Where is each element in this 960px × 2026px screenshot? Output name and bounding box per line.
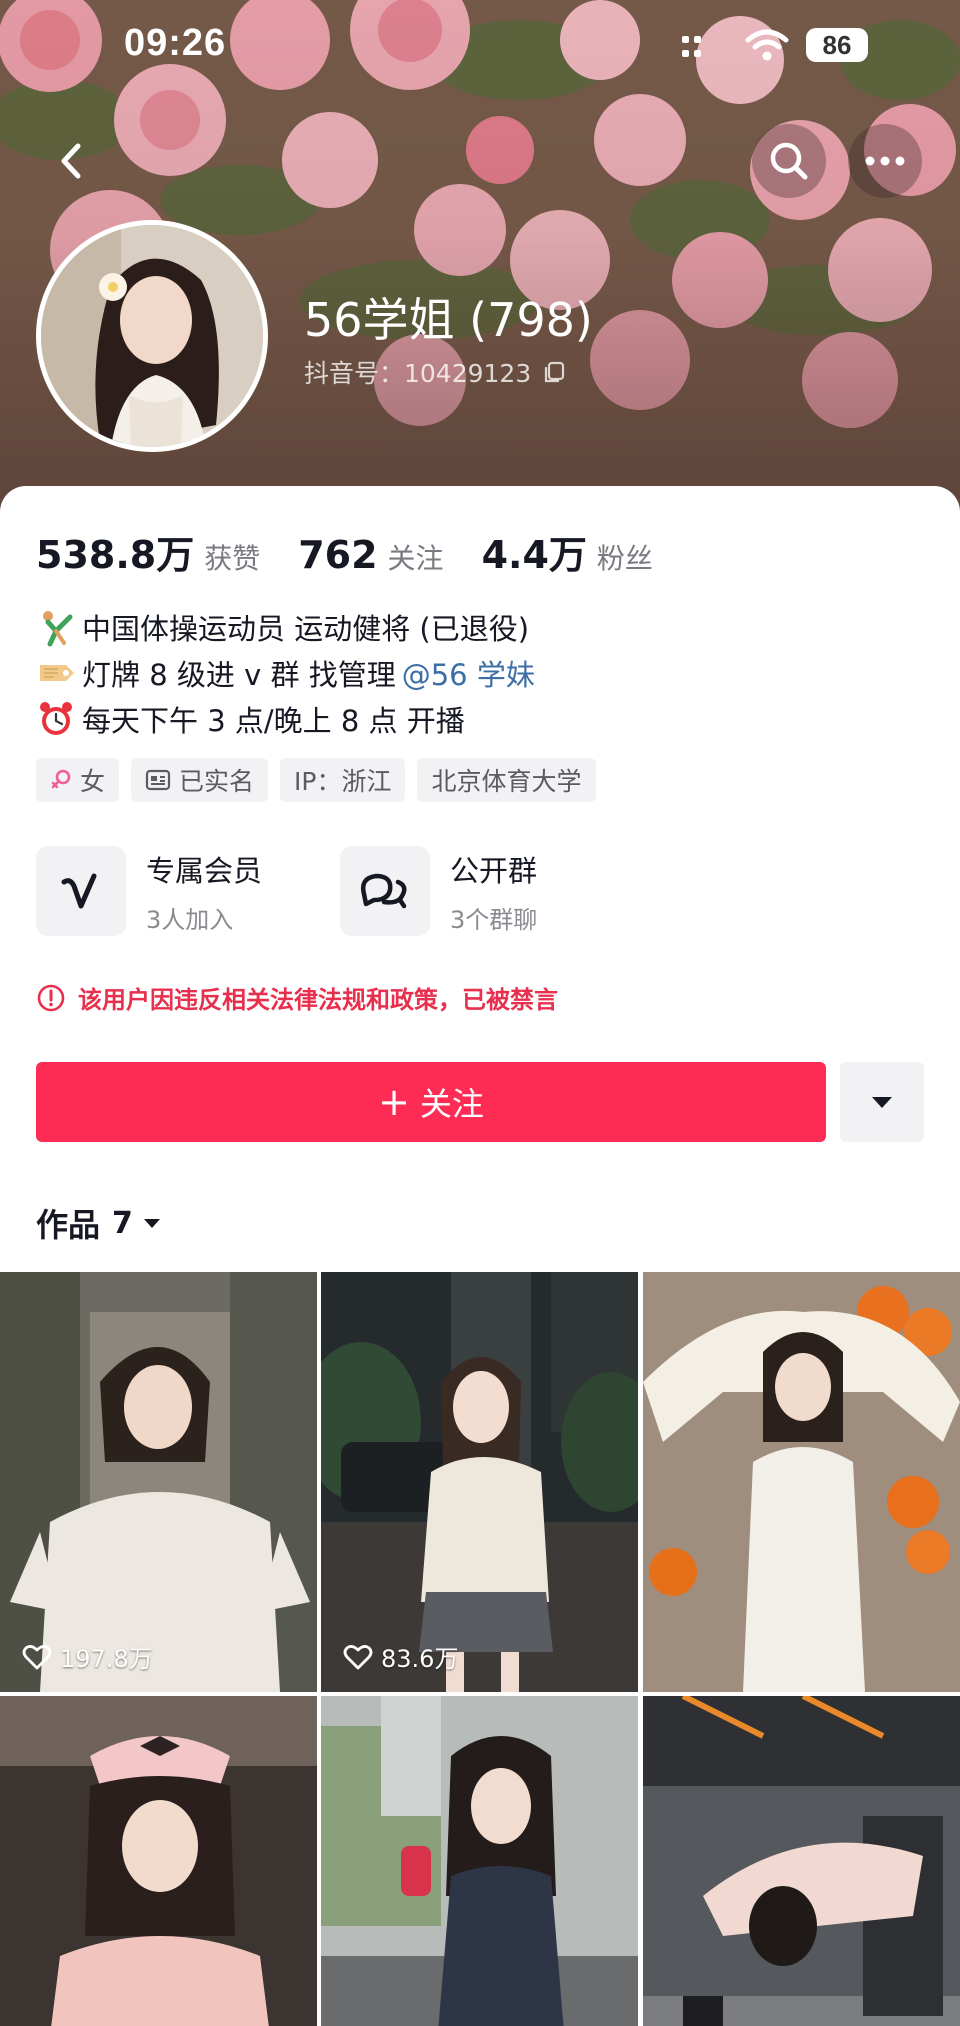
video-tile[interactable]: 83.6万 <box>321 1272 638 1692</box>
avatar-photo <box>41 225 263 447</box>
id-card-icon <box>145 769 171 791</box>
profile-stats: 538.8万 获赞 762 关注 4.4万 粉丝 <box>36 524 691 577</box>
plus-icon: + <box>378 1080 410 1124</box>
stat-value: 762 <box>298 533 378 577</box>
video-thumbnail <box>643 1696 960 2026</box>
tag-label: IP：浙江 <box>294 767 392 796</box>
bio-line: 每天下午 3 点/晚上 8 点 开播 <box>36 696 916 742</box>
tag-label: 北京体育大学 <box>431 767 582 796</box>
service-subtitle: 3人加入 <box>146 905 234 934</box>
video-tile[interactable] <box>643 1272 960 1692</box>
tag-label: 女 <box>80 767 106 796</box>
bio-line: 中国体操运动员 运动健将 (已退役) <box>36 604 916 650</box>
video-thumbnail <box>643 1272 960 1692</box>
video-thumbnail <box>321 1272 638 1692</box>
mention-link[interactable]: @56 学妹 <box>402 652 535 694</box>
service-subtitle: 3个群聊 <box>450 905 538 934</box>
video-likes: 197.8万 <box>22 1639 153 1674</box>
profile-nickname: 56学姐 (798) <box>304 293 593 347</box>
service-title: 公开群 <box>450 853 538 888</box>
more-dots-icon <box>865 156 905 166</box>
tag-gender: 女 <box>36 758 120 802</box>
gymnast-emoji-icon <box>43 611 73 647</box>
cellular-signal-icon <box>682 36 701 57</box>
bio-line: 灯牌 8 级进 v 群 找管理 @56 学妹 <box>36 650 916 696</box>
ban-notice-text: 该用户因违反相关法律法规和政策，已被禁言 <box>78 986 558 1014</box>
copy-icon[interactable] <box>542 359 568 385</box>
stat-label: 关注 <box>387 542 444 575</box>
profile-bio: 中国体操运动员 运动健将 (已退役) 灯牌 8 级进 v 群 找管理 @56 学… <box>36 604 916 742</box>
bio-text: 每天下午 3 点/晚上 8 点 开播 <box>82 704 465 738</box>
works-label: 作品 <box>36 1206 101 1244</box>
exclusive-membership-entry[interactable]: 专属会员 3人加入 <box>36 846 340 936</box>
heart-outline-icon <box>22 1644 52 1669</box>
video-thumbnail <box>0 1696 317 2026</box>
stat-value: 4.4万 <box>481 533 587 577</box>
douyin-id: 抖音号：10429123 <box>304 359 532 388</box>
video-thumbnail <box>0 1272 317 1692</box>
stat-value: 538.8万 <box>36 533 195 577</box>
tag-label: 已实名 <box>179 767 255 796</box>
back-button[interactable] <box>34 124 108 198</box>
caret-down-icon <box>872 1097 892 1108</box>
search-icon <box>770 142 808 180</box>
video-tile[interactable] <box>0 1696 317 2026</box>
profile-page: 09:26 86 56学姐 (798) 抖音号：10429123 538.8万 … <box>0 0 960 2026</box>
more-options-button[interactable] <box>848 124 922 198</box>
public-group-entry[interactable]: 公开群 3个群聊 <box>340 846 644 936</box>
stat-followers[interactable]: 4.4万 粉丝 <box>482 524 653 579</box>
battery-indicator: 86 <box>806 28 868 62</box>
video-tile[interactable] <box>321 1696 638 2026</box>
tag-verified: 已实名 <box>131 758 269 802</box>
tag-school[interactable]: 北京体育大学 <box>417 758 596 802</box>
video-tile[interactable]: 197.8万 <box>0 1272 317 1692</box>
recommend-dropdown-button[interactable] <box>840 1062 924 1142</box>
status-bar: 09:26 86 <box>0 0 960 90</box>
stat-label: 粉丝 <box>596 542 653 575</box>
female-icon <box>51 769 71 789</box>
follow-label: 关注 <box>419 1085 484 1123</box>
warning-circle-icon <box>37 984 65 1011</box>
works-count: 7 <box>112 1205 133 1241</box>
wifi-icon <box>745 29 789 61</box>
service-icon-box <box>340 846 430 936</box>
service-title: 专属会员 <box>146 853 263 888</box>
alarm-clock-emoji-icon <box>40 702 72 735</box>
bio-text: 中国体操运动员 运动健将 (已退役) <box>82 612 530 646</box>
chat-bubbles-icon <box>361 873 407 909</box>
stat-likes[interactable]: 538.8万 获赞 <box>36 524 260 579</box>
profile-tags: 女 已实名 IP：浙江 北京体育大学 <box>36 758 608 802</box>
status-time: 09:26 <box>124 22 227 64</box>
bio-text: 灯牌 8 级进 v 群 找管理 <box>82 658 396 692</box>
follow-button[interactable]: + 关注 <box>36 1062 826 1142</box>
tag-ip-location: IP：浙江 <box>280 758 406 802</box>
works-tab[interactable]: 作品 7 <box>36 1200 163 1246</box>
video-thumbnail <box>321 1696 638 2026</box>
stat-label: 获赞 <box>204 542 261 575</box>
video-tile[interactable] <box>643 1696 960 2026</box>
video-likes: 83.6万 <box>343 1639 458 1674</box>
v-badge-icon <box>61 873 97 909</box>
ticket-emoji-icon <box>40 665 74 681</box>
ban-notice: 该用户因违反相关法律法规和政策，已被禁言 <box>36 980 558 1015</box>
profile-services: 专属会员 3人加入 公开群 3个群聊 <box>36 846 644 936</box>
heart-outline-icon <box>343 1644 373 1669</box>
service-icon-box <box>36 846 126 936</box>
search-button[interactable] <box>752 124 826 198</box>
likes-count: 197.8万 <box>60 1645 153 1673</box>
caret-down-icon <box>143 1219 160 1228</box>
chevron-left-icon <box>61 143 81 179</box>
likes-count: 83.6万 <box>381 1645 459 1673</box>
avatar[interactable] <box>36 220 268 452</box>
stat-following[interactable]: 762 关注 <box>298 533 443 577</box>
